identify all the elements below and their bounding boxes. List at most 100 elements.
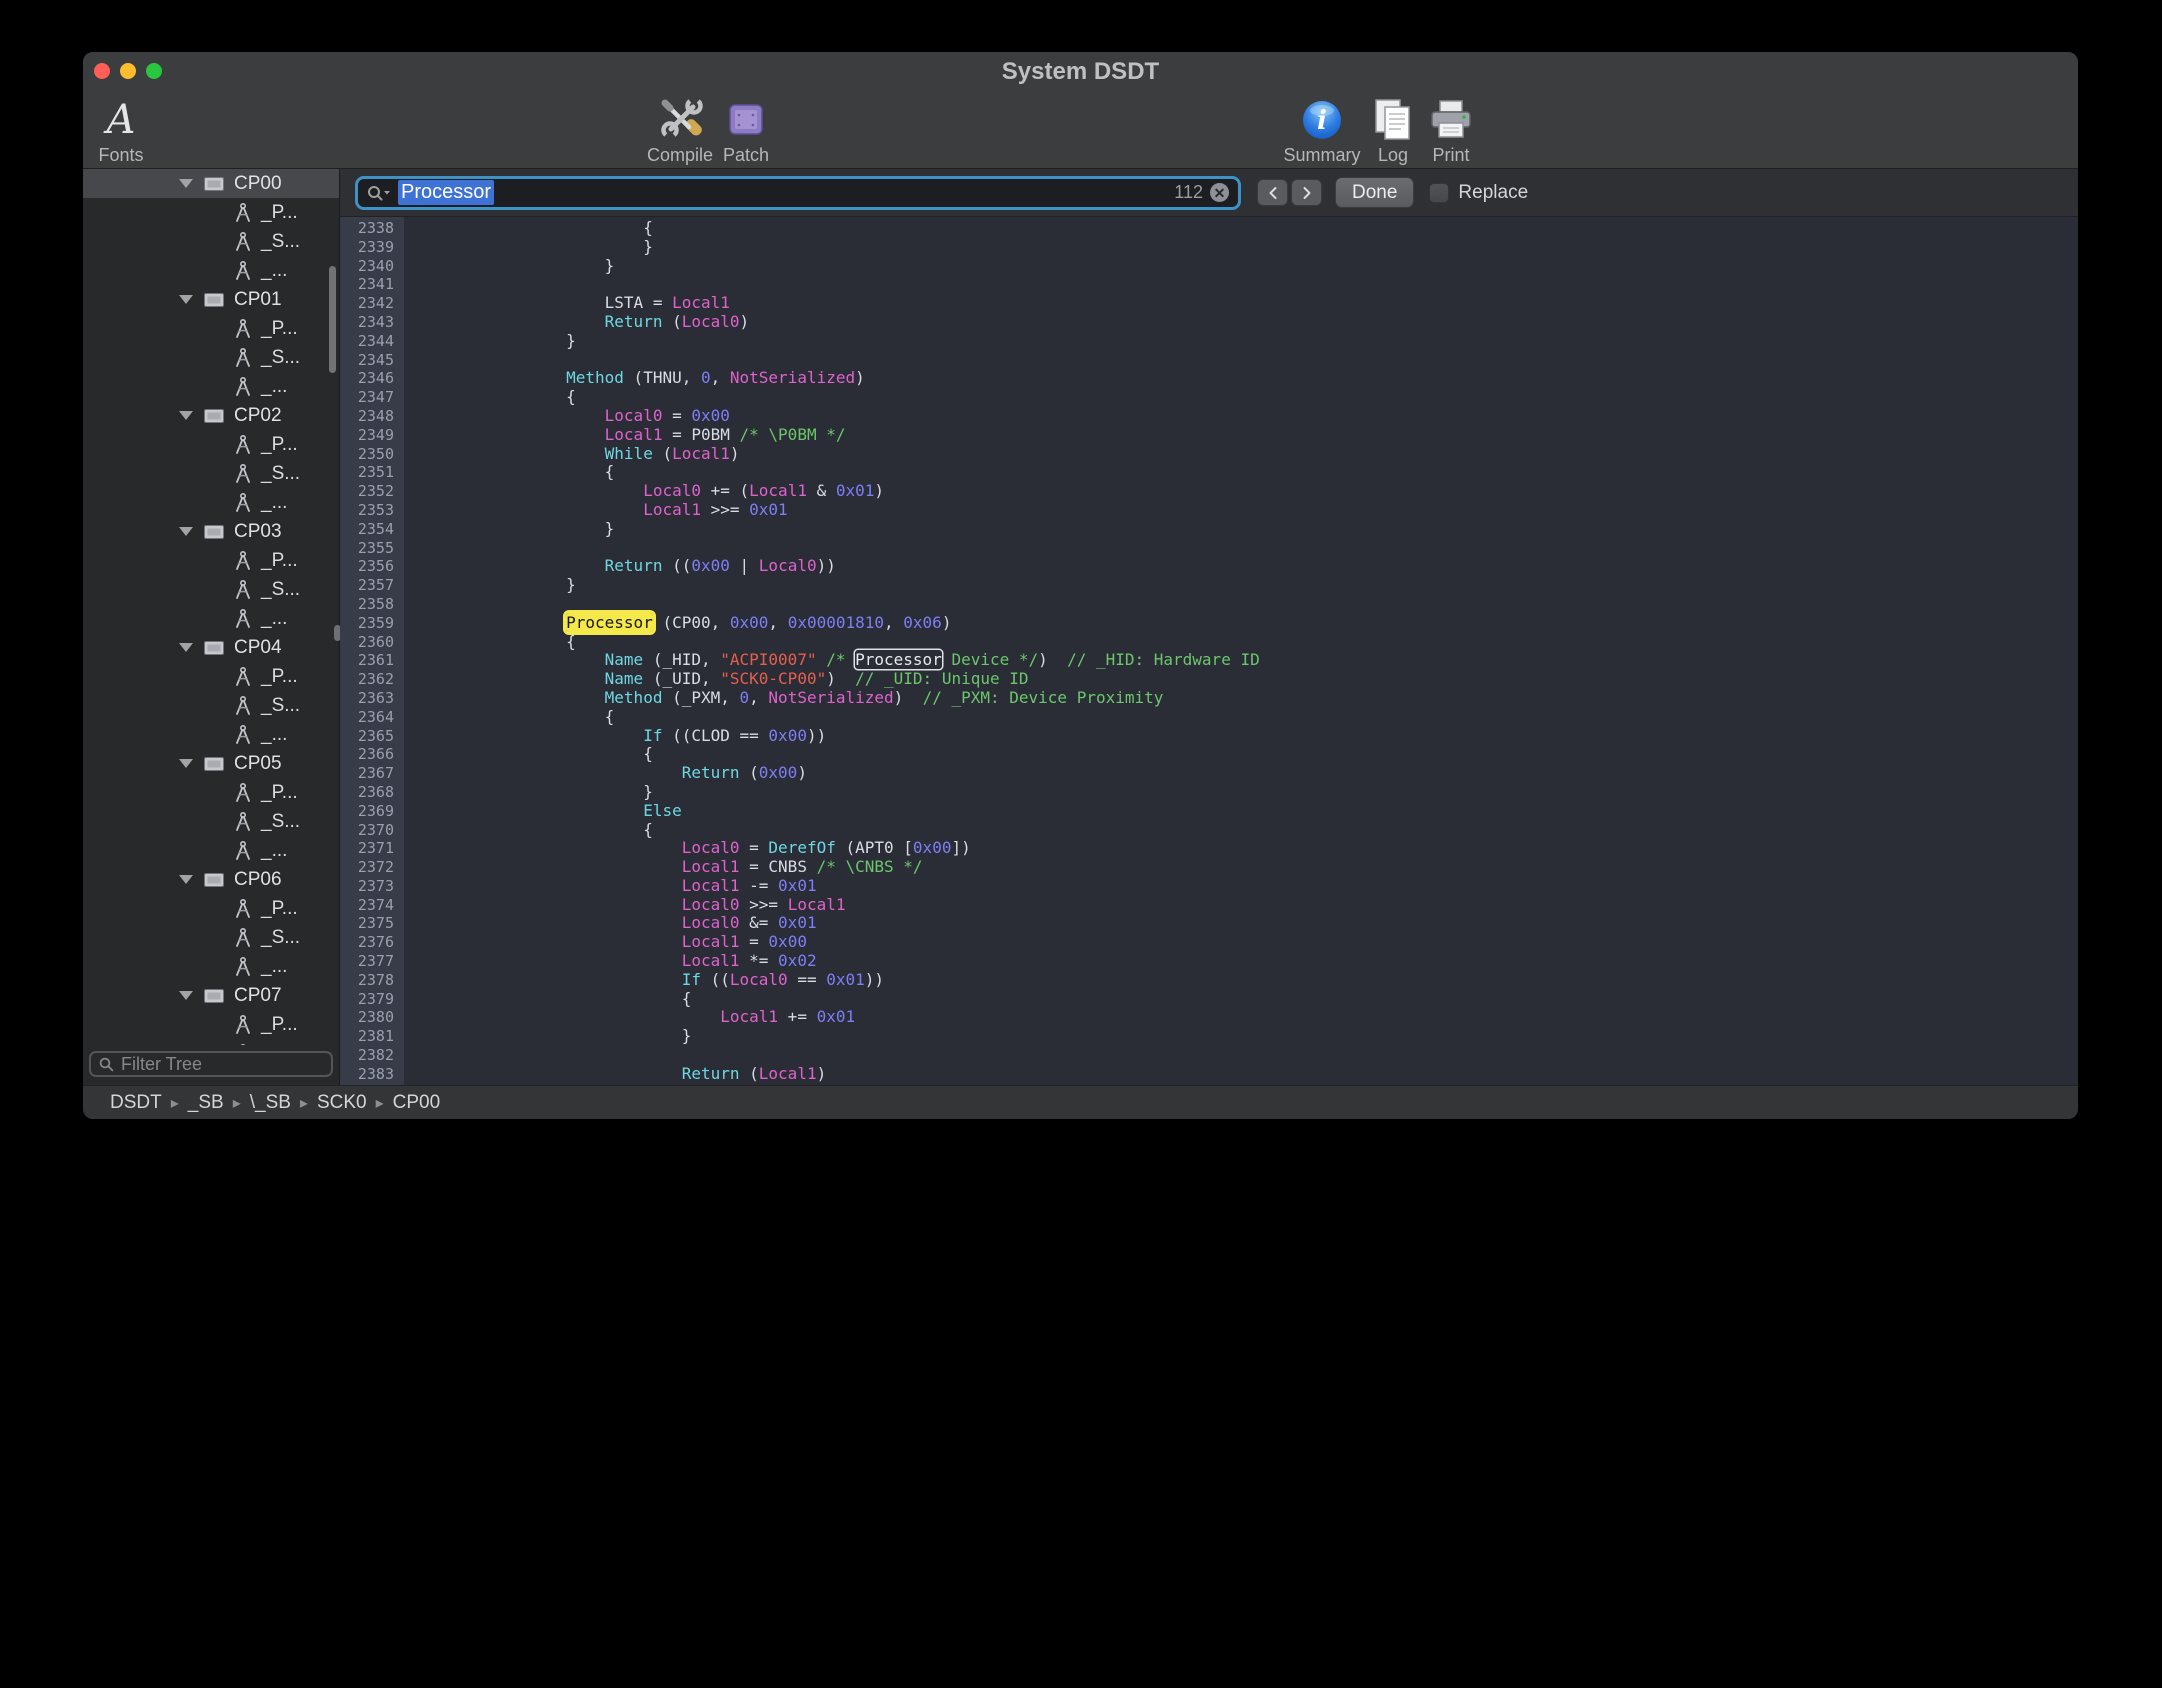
breadcrumb-item[interactable]: \_SB xyxy=(250,1092,291,1114)
code-text: } xyxy=(404,1084,653,1085)
disclosure-triangle-icon[interactable] xyxy=(179,411,193,420)
tree-child-item[interactable]: _S... xyxy=(83,807,339,836)
summary-button[interactable]: i Summary xyxy=(1276,89,1368,168)
line-number: 2344 xyxy=(340,332,404,351)
done-button[interactable]: Done xyxy=(1335,177,1414,208)
tree-item-cp05[interactable]: CP05 xyxy=(83,749,339,778)
filter-tree-input[interactable]: Filter Tree xyxy=(89,1051,333,1077)
fonts-label: Fonts xyxy=(98,145,143,165)
code-line: 2368 } xyxy=(340,783,2078,802)
code-line: 2351 { xyxy=(340,463,2078,482)
tree-child-item[interactable]: _P... xyxy=(83,430,339,459)
titlebar: System DSDT xyxy=(83,52,2078,89)
breadcrumb-item[interactable]: SCK0 xyxy=(317,1092,367,1114)
tree-child-label: _S... xyxy=(261,811,300,833)
log-button[interactable]: Log xyxy=(1360,89,1426,168)
tree-child-item[interactable]: _... xyxy=(83,488,339,517)
code-line: 2339 } xyxy=(340,238,2078,257)
method-compass-icon xyxy=(233,202,253,224)
code-line: 2371 Local0 = DerefOf (APT0 [0x00]) xyxy=(340,839,2078,858)
tree-child-item[interactable]: _... xyxy=(83,372,339,401)
previous-match-button[interactable] xyxy=(1257,179,1288,206)
line-number: 2379 xyxy=(340,990,404,1009)
code-text: Local0 &= 0x01 xyxy=(404,914,817,933)
code-editor[interactable]: 2338 {2339 }2340 }23412342 LSTA = Local1… xyxy=(340,217,2078,1085)
tree-child-item[interactable]: _S... xyxy=(83,923,339,952)
tree-item-cp07[interactable]: CP07 xyxy=(83,981,339,1010)
scope-icon xyxy=(203,407,225,425)
fonts-button[interactable]: A Fonts xyxy=(83,89,159,168)
code-text: } xyxy=(404,257,614,276)
disclosure-triangle-icon[interactable] xyxy=(179,527,193,536)
code-line: 2364 { xyxy=(340,708,2078,727)
disclosure-triangle-icon[interactable] xyxy=(179,295,193,304)
line-number: 2353 xyxy=(340,501,404,520)
tree-child-item[interactable]: _P... xyxy=(83,778,339,807)
tree-child-label: _P... xyxy=(261,898,298,920)
tree-child-item[interactable]: _S... xyxy=(83,343,339,372)
tree-child-item[interactable]: _... xyxy=(83,256,339,285)
disclosure-triangle-icon[interactable] xyxy=(179,875,193,884)
method-compass-icon xyxy=(233,492,253,514)
tree-item-cp06[interactable]: CP06 xyxy=(83,865,339,894)
tree-child-item[interactable]: _... xyxy=(83,720,339,749)
tree-child-item[interactable]: _P... xyxy=(83,546,339,575)
tree-child-label: _P... xyxy=(261,1014,298,1036)
disclosure-triangle-icon[interactable] xyxy=(179,643,193,652)
sidebar-scrollbar[interactable] xyxy=(329,266,336,373)
tree-child-item[interactable]: _P... xyxy=(83,314,339,343)
tree-child-item[interactable]: _... xyxy=(83,952,339,981)
code-text: Else xyxy=(404,802,682,821)
line-number: 2339 xyxy=(340,238,404,257)
tree-item-cp02[interactable]: CP02 xyxy=(83,401,339,430)
line-number: 2357 xyxy=(340,576,404,595)
replace-checkbox[interactable] xyxy=(1429,183,1449,203)
tree-item-cp03[interactable]: CP03 xyxy=(83,517,339,546)
tree-child-item[interactable]: _S... xyxy=(83,691,339,720)
disclosure-triangle-icon[interactable] xyxy=(179,991,193,1000)
statusbar: DSDT▸_SB▸\_SB▸SCK0▸CP00 xyxy=(83,1085,2078,1119)
tree-child-item[interactable]: _... xyxy=(83,836,339,865)
tree-child-item[interactable]: _P... xyxy=(83,894,339,923)
tree-child-item[interactable]: _... xyxy=(83,604,339,633)
code-text: } xyxy=(404,576,576,595)
code-text: { xyxy=(404,990,691,1009)
tree-child-item[interactable]: _P... xyxy=(83,662,339,691)
breadcrumb-item[interactable]: DSDT xyxy=(110,1092,162,1114)
tree-child-item[interactable]: _P... xyxy=(83,1010,339,1039)
search-input[interactable]: Processor 112 ✕ xyxy=(355,176,1241,210)
breadcrumb-item[interactable]: CP00 xyxy=(393,1092,441,1114)
next-match-button[interactable] xyxy=(1291,179,1322,206)
scope-icon xyxy=(203,523,225,541)
scope-icon xyxy=(203,175,225,193)
tree-child-item[interactable]: _S... xyxy=(83,227,339,256)
code-text xyxy=(404,595,412,614)
tree-item-cp04[interactable]: CP04 xyxy=(83,633,339,662)
code-line: 2374 Local0 >>= Local1 xyxy=(340,896,2078,915)
tree-child-item[interactable]: _S... xyxy=(83,459,339,488)
svg-text:i: i xyxy=(1317,106,1327,136)
tree-item-label: CP02 xyxy=(234,405,282,427)
line-number: 2371 xyxy=(340,839,404,858)
tree-item-label: CP07 xyxy=(234,985,282,1007)
line-number: 2352 xyxy=(340,482,404,501)
tree-child-item[interactable]: _P... xyxy=(83,198,339,227)
tree-item-cp00[interactable]: CP00 xyxy=(83,169,339,198)
search-text: Processor xyxy=(398,180,494,205)
patch-button[interactable]: Patch xyxy=(707,89,785,168)
breadcrumb-item[interactable]: _SB xyxy=(188,1092,224,1114)
code-text: Local1 += 0x01 xyxy=(404,1008,855,1027)
line-number: 2372 xyxy=(340,858,404,877)
code-text: Processor (CP00, 0x00, 0x00001810, 0x06) xyxy=(404,614,951,633)
disclosure-triangle-icon[interactable] xyxy=(179,179,193,188)
code-line: 2366 { xyxy=(340,745,2078,764)
search-magnifier-icon xyxy=(367,185,391,201)
tree-child-label: _P... xyxy=(261,202,298,224)
print-button[interactable]: Print xyxy=(1418,89,1484,168)
clear-search-button[interactable]: ✕ xyxy=(1210,183,1229,202)
tree-item-cp01[interactable]: CP01 xyxy=(83,285,339,314)
line-number: 2350 xyxy=(340,445,404,464)
tree-child-item[interactable]: _S... xyxy=(83,575,339,604)
code-line: 2342 LSTA = Local1 xyxy=(340,294,2078,313)
disclosure-triangle-icon[interactable] xyxy=(179,759,193,768)
